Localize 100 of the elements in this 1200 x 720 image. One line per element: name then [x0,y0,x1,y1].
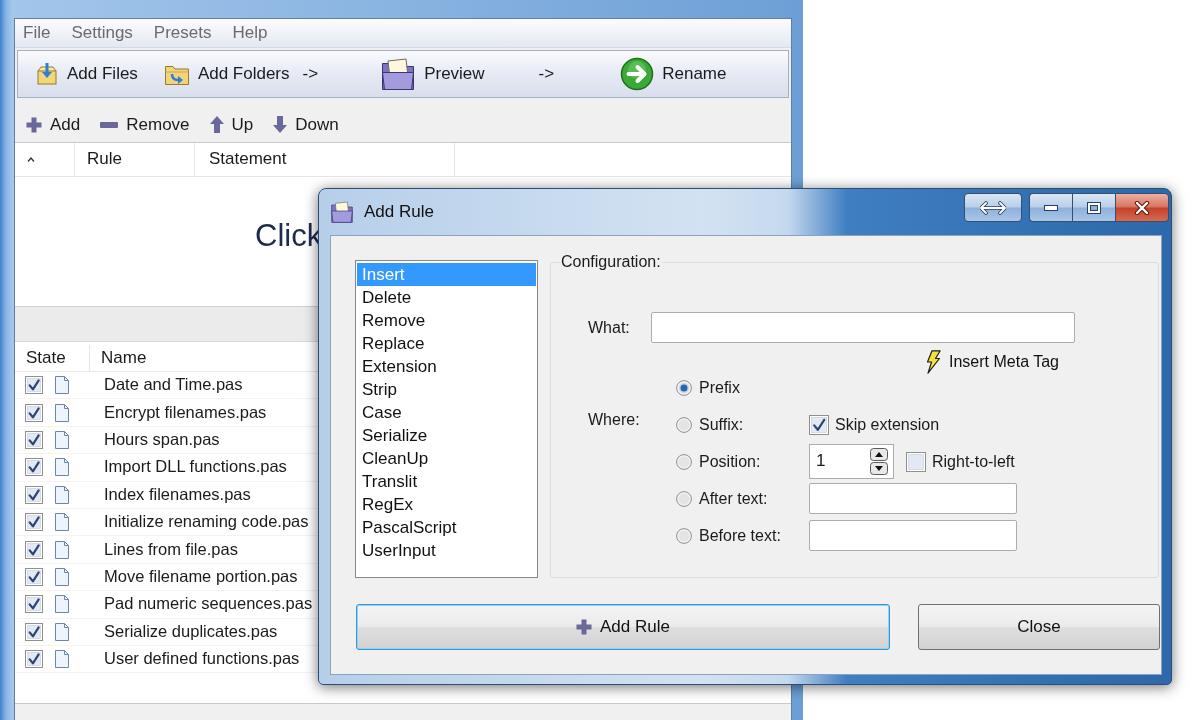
file-icon [54,484,70,505]
toolbar-button[interactable]: Rename [620,57,727,91]
file-icon [54,594,70,615]
close-icon [1134,200,1150,215]
column-header[interactable]: State [26,347,66,369]
checkbox[interactable] [25,595,43,614]
checkbox[interactable] [25,430,43,449]
toolbar-button[interactable]: Add Files [35,62,138,86]
menu-item[interactable]: Help [232,22,268,44]
checkbox[interactable] [25,513,43,532]
radio-button[interactable] [676,379,692,396]
checkbox[interactable] [25,485,43,504]
file-icon [54,457,70,478]
radio-button[interactable] [676,416,692,433]
checkbox[interactable] [25,458,43,477]
list-item[interactable]: PascalScript [357,516,536,539]
toolbar-button[interactable]: Add Folders [163,62,290,86]
hint-text: Click [255,218,323,253]
field-label: Where: [588,410,641,430]
arrow-circle-icon [620,57,655,91]
radio-button[interactable] [676,490,692,507]
list-item[interactable]: Extension [357,355,536,378]
file-icon [54,375,70,396]
checkbox-label: Right-to-left [932,451,1015,472]
column-header[interactable]: Rule [87,149,122,170]
file-icon [54,649,70,670]
sort-icon[interactable] [27,157,35,162]
file-name: Serialize duplicates.pas [104,621,278,642]
dialog-button[interactable]: Add Rule [356,604,890,650]
maximize-button[interactable] [1072,193,1115,222]
number-field[interactable]: 1 [809,444,894,479]
checkbox[interactable] [906,451,926,472]
toolbar-button[interactable]: Preview [380,56,485,92]
menu-item[interactable]: Settings [71,22,133,44]
plus-icon [26,117,42,133]
radio-label: Prefix [699,377,740,398]
input-field[interactable] [809,483,1017,514]
spin-up-button[interactable] [870,448,888,461]
file-name: Encrypt filenames.pas [104,402,267,423]
arrow-label: -> [538,63,555,85]
column-header[interactable]: Statement [209,149,287,170]
menu-item[interactable]: File [23,22,51,44]
checkbox[interactable] [25,567,43,586]
file-name: Pad numeric sequences.pas [104,594,313,615]
file-icon [54,402,70,423]
toolbar-button[interactable]: Down [273,114,339,136]
minimize-icon [1044,204,1058,211]
arrow-label: -> [302,63,319,85]
file-icon [54,429,70,450]
radio-button[interactable] [676,527,692,544]
spin-down-button[interactable] [870,462,888,475]
list-item[interactable]: Case [357,401,536,424]
checkbox[interactable] [25,403,43,422]
down-arrow-icon [273,116,288,134]
menu-item[interactable]: Presets [153,22,212,44]
resize-button[interactable] [964,193,1022,222]
list-item[interactable]: Strip [357,378,536,401]
minimize-button[interactable] [1029,193,1072,222]
lightning-icon [925,350,941,374]
input-field[interactable] [809,520,1017,551]
list-item[interactable]: CleanUp [357,447,536,470]
file-name: Lines from file.pas [104,539,238,560]
file-name: Move filename portion.pas [104,567,298,587]
list-item[interactable]: Replace [357,332,536,355]
toolbar-button[interactable]: Add [26,114,81,136]
input-field[interactable] [651,312,1075,343]
box-arrow-icon [35,62,59,86]
list-item[interactable]: UserInput [357,539,536,562]
checkbox[interactable] [25,376,43,395]
field-label: What: [588,317,631,338]
column-header[interactable]: Name [101,347,147,369]
list-item[interactable]: Translit [357,470,536,493]
plus-icon [576,619,593,635]
checkbox[interactable] [25,540,43,559]
double-arrow-icon [980,200,1006,215]
toolbar-button[interactable]: Remove [100,114,190,136]
group-label: Configuration: [560,252,662,272]
file-name: Import DLL functions.pas [104,457,287,478]
toolbar-button[interactable]: Up [209,114,254,136]
file-name: Index filenames.pas [104,484,251,505]
dialog-title: Add Rule [364,201,434,223]
dialog-button[interactable]: Close [918,604,1160,650]
checkbox-label: Skip extension [835,414,940,435]
checkbox[interactable] [25,622,43,641]
maximize-icon [1087,201,1101,214]
radio-label: Before text: [699,525,781,546]
list-item[interactable]: Delete [357,286,536,309]
checkbox[interactable] [809,414,829,435]
file-name: Initialize renaming code.pas [104,512,309,533]
close-button[interactable] [1115,193,1169,222]
meta-tag-link[interactable]: Insert Meta Tag [925,352,1059,372]
file-name: User defined functions.pas [104,649,300,669]
radio-label: Position: [699,451,761,472]
list-item[interactable]: Remove [357,309,536,332]
list-item[interactable]: Serialize [357,424,536,447]
checkbox[interactable] [25,650,43,669]
file-icon [54,566,70,587]
list-item[interactable]: RegEx [357,493,536,516]
folder-page-icon [380,56,417,92]
radio-button[interactable] [676,453,692,470]
